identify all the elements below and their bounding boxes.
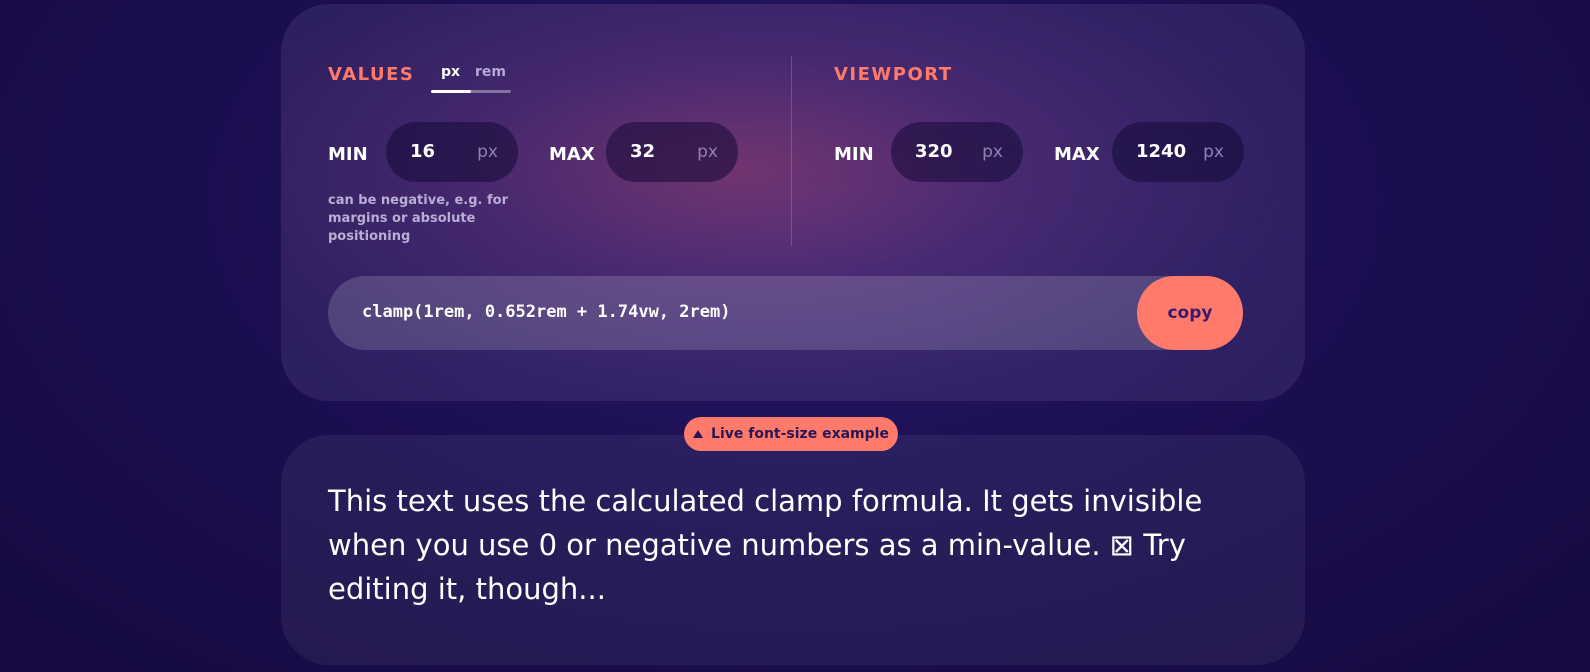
copy-button[interactable]: copy xyxy=(1137,276,1243,350)
unit-rem-button[interactable]: rem xyxy=(475,64,506,80)
formula-text: clamp(1rem, 0.652rem + 1.74vw, 2rem) xyxy=(362,302,731,322)
unit-toggle-indicator xyxy=(431,90,471,93)
values-max-input[interactable]: 32 px xyxy=(606,122,738,182)
live-sample-text[interactable]: This text uses the calculated clamp form… xyxy=(328,479,1258,611)
values-title: VALUES xyxy=(328,64,415,85)
unit-toggle: px rem xyxy=(431,60,511,94)
unit-px-button[interactable]: px xyxy=(441,64,460,80)
settings-card: VALUES px rem MIN 16 px MAX 32 px can be… xyxy=(281,4,1305,401)
values-min-label: MIN xyxy=(328,144,368,165)
values-min-unit: px xyxy=(477,142,498,162)
values-max-label: MAX xyxy=(549,144,595,165)
viewport-min-label: MIN xyxy=(834,144,874,165)
triangle-up-icon xyxy=(693,430,704,438)
viewport-max-value[interactable]: 1240 xyxy=(1136,141,1186,162)
values-min-input[interactable]: 16 px xyxy=(386,122,518,182)
viewport-title: VIEWPORT xyxy=(834,64,953,85)
values-max-unit: px xyxy=(697,142,718,162)
section-divider xyxy=(791,56,792,246)
values-max-value[interactable]: 32 xyxy=(630,141,655,162)
viewport-max-unit: px xyxy=(1203,142,1224,162)
viewport-min-value[interactable]: 320 xyxy=(915,141,953,162)
values-min-value[interactable]: 16 xyxy=(410,141,435,162)
viewport-min-unit: px xyxy=(982,142,1003,162)
formula-output: clamp(1rem, 0.652rem + 1.74vw, 2rem) cop… xyxy=(328,276,1243,350)
live-example-label: Live font-size example xyxy=(711,426,889,442)
live-example-card: This text uses the calculated clamp form… xyxy=(281,435,1305,665)
values-hint: can be negative, e.g. for margins or abs… xyxy=(328,193,509,244)
viewport-max-label: MAX xyxy=(1054,144,1100,165)
live-example-badge: Live font-size example xyxy=(684,417,898,451)
viewport-max-input[interactable]: 1240 px xyxy=(1112,122,1244,182)
viewport-min-input[interactable]: 320 px xyxy=(891,122,1023,182)
